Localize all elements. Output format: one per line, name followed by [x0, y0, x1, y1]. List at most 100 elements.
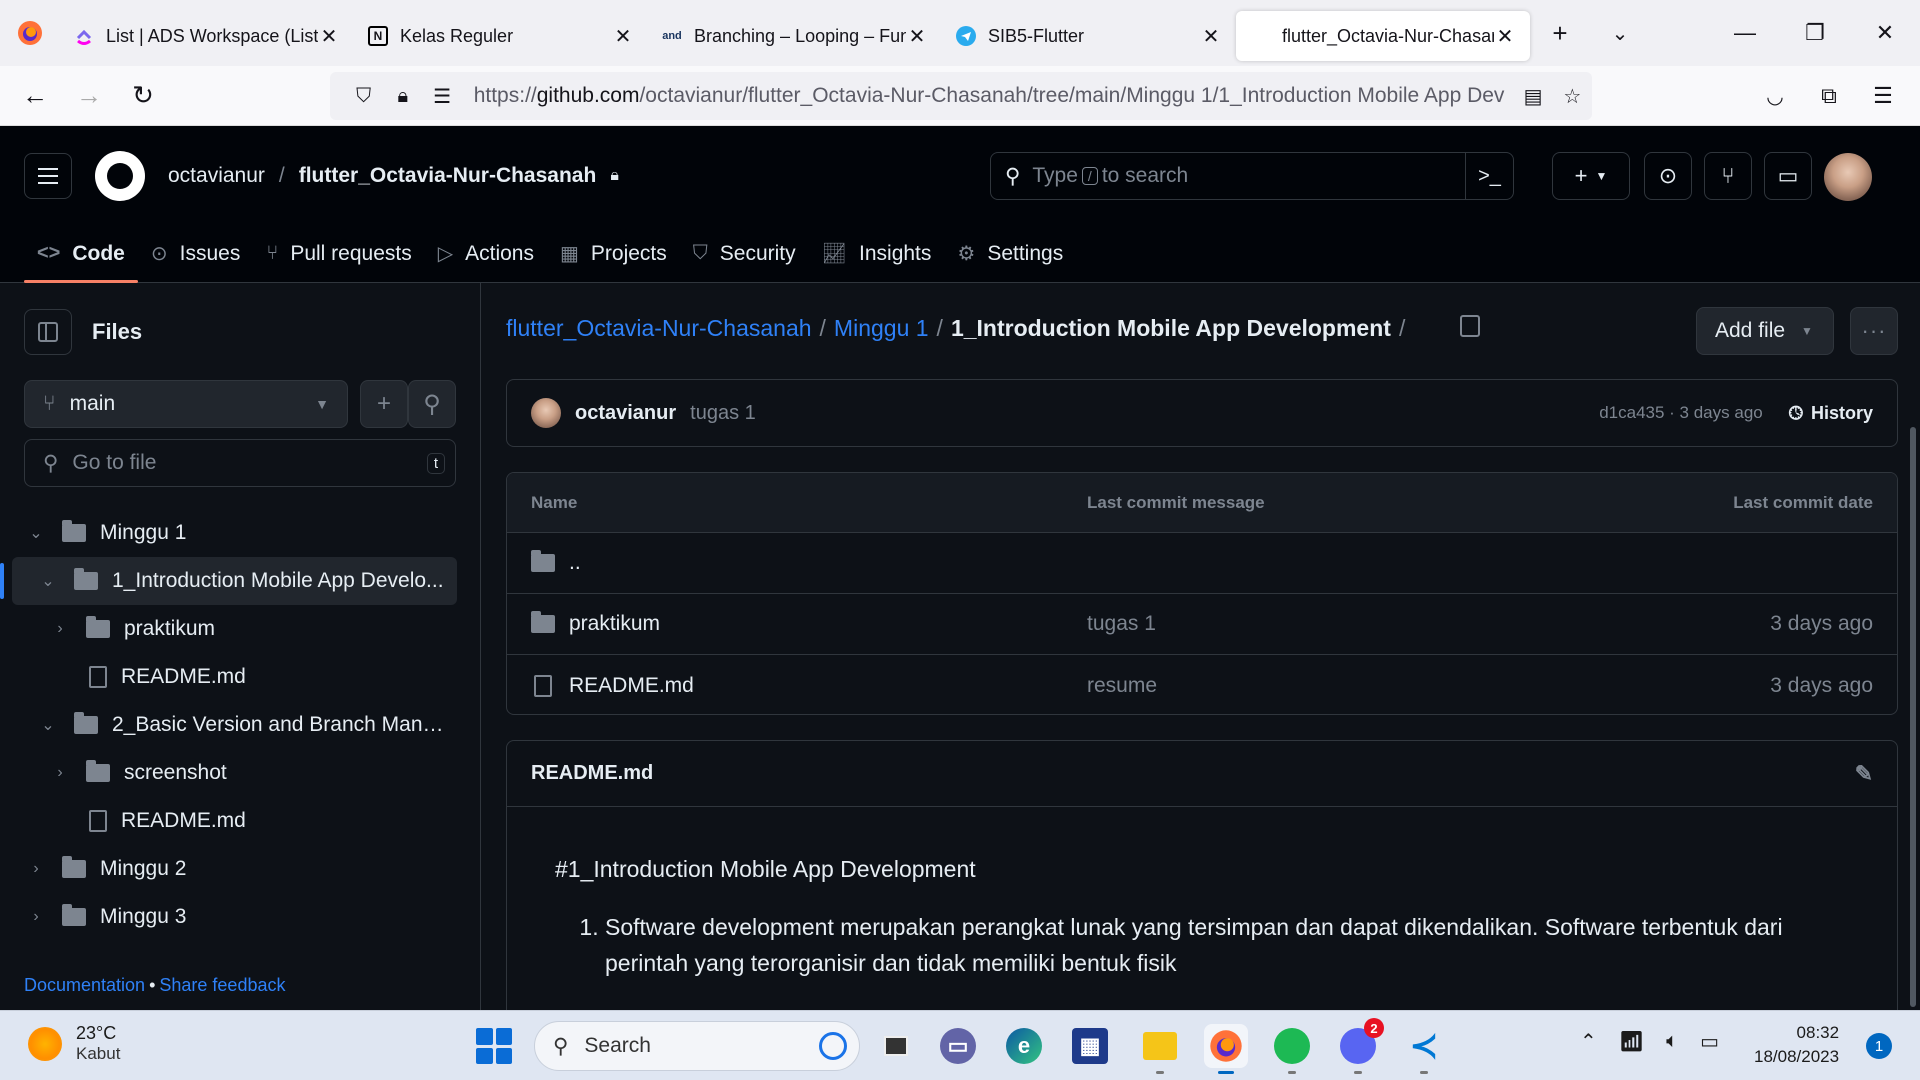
close-icon[interactable]: ✕ [1200, 24, 1222, 49]
github-logo-icon[interactable] [95, 151, 145, 201]
wifi-icon[interactable]: 📶︎ [1619, 1029, 1644, 1054]
tab-issues[interactable]: ⊙ Issues [138, 224, 253, 283]
breadcrumb-repo-link[interactable]: flutter_Octavia-Nur-Chasanah [506, 315, 812, 342]
history-button[interactable]: 🕓︎ History [1789, 403, 1873, 424]
tab-notion[interactable]: N Kelas Reguler ✕ [354, 11, 648, 61]
share-feedback-link[interactable]: Share feedback [159, 975, 285, 995]
tree-item[interactable]: › praktikum [0, 605, 481, 653]
restore-icon[interactable]: ❐ [1780, 0, 1850, 66]
inbox-icon[interactable]: ▭ [1764, 152, 1812, 200]
tree-item[interactable]: README.md [0, 653, 481, 701]
tab-clickup[interactable]: List | ADS Workspace (List) ✕ [60, 11, 354, 61]
create-new-button[interactable]: + ▼ [1552, 152, 1630, 200]
tab-github[interactable]: flutter_Octavia-Nur-Chasanah ✕ [1236, 11, 1530, 61]
issues-icon[interactable]: ⊙ [1644, 152, 1692, 200]
readme-title[interactable]: README.md [531, 762, 653, 785]
file-name[interactable]: praktikum [569, 612, 660, 636]
tree-item[interactable]: README.md [0, 797, 481, 845]
tree-item[interactable]: › Minggu 2 [0, 845, 481, 893]
close-icon[interactable]: ✕ [612, 24, 634, 49]
table-row[interactable]: .. [507, 533, 1897, 594]
discord-icon[interactable]: 2 [1336, 1018, 1384, 1074]
menu-icon[interactable]: ☰ [1856, 66, 1910, 126]
commit-author[interactable]: octavianur [575, 402, 676, 425]
new-tab-icon[interactable]: + [1530, 0, 1590, 66]
file-name[interactable]: .. [569, 551, 581, 575]
commit-msg[interactable]: tugas 1 [1087, 612, 1643, 636]
table-row[interactable]: praktikum tugas 1 3 days ago [507, 594, 1897, 655]
chevron-right-icon[interactable]: › [24, 908, 48, 926]
tree-item[interactable]: ⌄ Minggu 1 [0, 509, 481, 557]
taskbar-search[interactable]: ⚲ Search [534, 1021, 860, 1071]
windows-start-icon[interactable] [476, 1028, 512, 1064]
file-name[interactable]: README.md [569, 674, 694, 698]
vscode-icon[interactable]: ≺ [1402, 1024, 1446, 1074]
task-view-icon[interactable] [874, 1024, 918, 1068]
weather-widget[interactable]: 23°C Kabut [28, 1023, 120, 1064]
chevron-right-icon[interactable]: › [48, 620, 72, 638]
window-close-icon[interactable]: ✕ [1850, 0, 1920, 66]
commit-msg[interactable]: resume [1087, 674, 1643, 698]
url-text[interactable]: https://github.com/octavianur/flutter_Oc… [474, 84, 1514, 108]
collapse-sidebar-icon[interactable] [24, 309, 72, 355]
battery-icon[interactable]: ▭ [1700, 1029, 1719, 1054]
command-palette-icon[interactable]: >_ [1465, 153, 1513, 199]
tree-item-current[interactable]: ⌄ 1_Introduction Mobile App Develo... [0, 557, 457, 605]
chevron-down-icon[interactable]: ⌄ [36, 715, 60, 735]
chevron-right-icon[interactable]: › [24, 860, 48, 878]
tab-security[interactable]: ⛉ Security [680, 224, 809, 283]
tab-settings[interactable]: ⚙ Settings [944, 224, 1076, 283]
edge-icon[interactable]: e [1006, 1028, 1042, 1064]
pocket-icon[interactable]: ◡ [1748, 66, 1802, 126]
tab-telegram[interactable]: SIB5-Flutter ✕ [942, 11, 1236, 61]
tab-pull-requests[interactable]: ⑂ Pull requests [253, 224, 424, 283]
spotify-icon[interactable] [1270, 1024, 1314, 1074]
avatar[interactable] [531, 398, 561, 428]
chevron-down-icon[interactable]: ⌄ [24, 523, 48, 543]
minimize-icon[interactable]: — [1710, 0, 1780, 66]
go-to-file-input[interactable]: ⚲ Go to file t [24, 439, 456, 487]
pull-requests-icon[interactable]: ⑂ [1704, 152, 1752, 200]
firefox-taskbar-icon[interactable] [1204, 1024, 1248, 1074]
documentation-link[interactable]: Documentation [24, 975, 145, 995]
forward-icon[interactable]: → [62, 66, 116, 126]
search-input[interactable]: ⚲ Type / to search >_ [990, 152, 1514, 200]
bing-icon[interactable] [819, 1032, 847, 1060]
repo-link[interactable]: flutter_Octavia-Nur-Chasanah [299, 164, 597, 188]
permissions-icon[interactable]: ☰ [422, 84, 461, 109]
bookmark-star-icon[interactable]: ☆ [1553, 84, 1592, 109]
breadcrumb-folder-link[interactable]: Minggu 1 [834, 315, 929, 342]
hamburger-icon[interactable] [24, 153, 72, 199]
volume-icon[interactable]: 🔈︎ [1666, 1030, 1678, 1053]
clock[interactable]: 08:32 18/08/2023 [1754, 1021, 1839, 1069]
add-file-button[interactable]: Add file ▼ [1696, 307, 1834, 355]
tab-projects[interactable]: ▦ Projects [547, 224, 680, 283]
more-options-icon[interactable]: ··· [1850, 307, 1898, 355]
lock-icon[interactable]: 🔒︎ [383, 85, 422, 108]
close-icon[interactable]: ✕ [906, 24, 928, 49]
teams-chat-icon[interactable]: ▭ [940, 1028, 976, 1064]
url-bar[interactable]: ⛉ 🔒︎ ☰ https://github.com/octavianur/flu… [330, 72, 1592, 120]
add-file-icon[interactable]: + [360, 380, 408, 428]
reader-view-icon[interactable]: ▤ [1514, 84, 1553, 109]
avatar[interactable] [1824, 153, 1872, 201]
table-row[interactable]: README.md resume 3 days ago [507, 655, 1897, 714]
tree-item[interactable]: ⌄ 2_Basic Version and Branch Manag... [0, 701, 481, 749]
chevron-down-icon[interactable]: ⌄ [36, 571, 60, 591]
store-icon[interactable]: ▦ [1072, 1028, 1108, 1064]
tab-actions[interactable]: ▷ Actions [425, 224, 547, 283]
back-icon[interactable]: ← [8, 66, 62, 126]
tab-alterra[interactable]: and Branching – Looping – Fun ✕ [648, 11, 942, 61]
commit-message[interactable]: tugas 1 [690, 402, 756, 425]
branch-selector[interactable]: ⑂ main ▼ [24, 380, 348, 428]
firefox-icon[interactable] [0, 0, 60, 66]
tab-insights[interactable]: 📈︎ Insights [809, 224, 945, 283]
tree-item[interactable]: › Minggu 3 [0, 893, 481, 941]
notification-badge[interactable]: 1 [1866, 1033, 1892, 1059]
commit-meta[interactable]: d1ca435 · 3 days ago [1599, 403, 1763, 423]
extensions-icon[interactable]: ⧉ [1802, 66, 1856, 126]
pencil-icon[interactable]: ✎ [1855, 761, 1873, 787]
scrollbar[interactable] [1910, 427, 1916, 1007]
tab-list-chevron-icon[interactable]: ⌄ [1590, 0, 1650, 66]
reload-icon[interactable]: ↻ [116, 66, 170, 126]
